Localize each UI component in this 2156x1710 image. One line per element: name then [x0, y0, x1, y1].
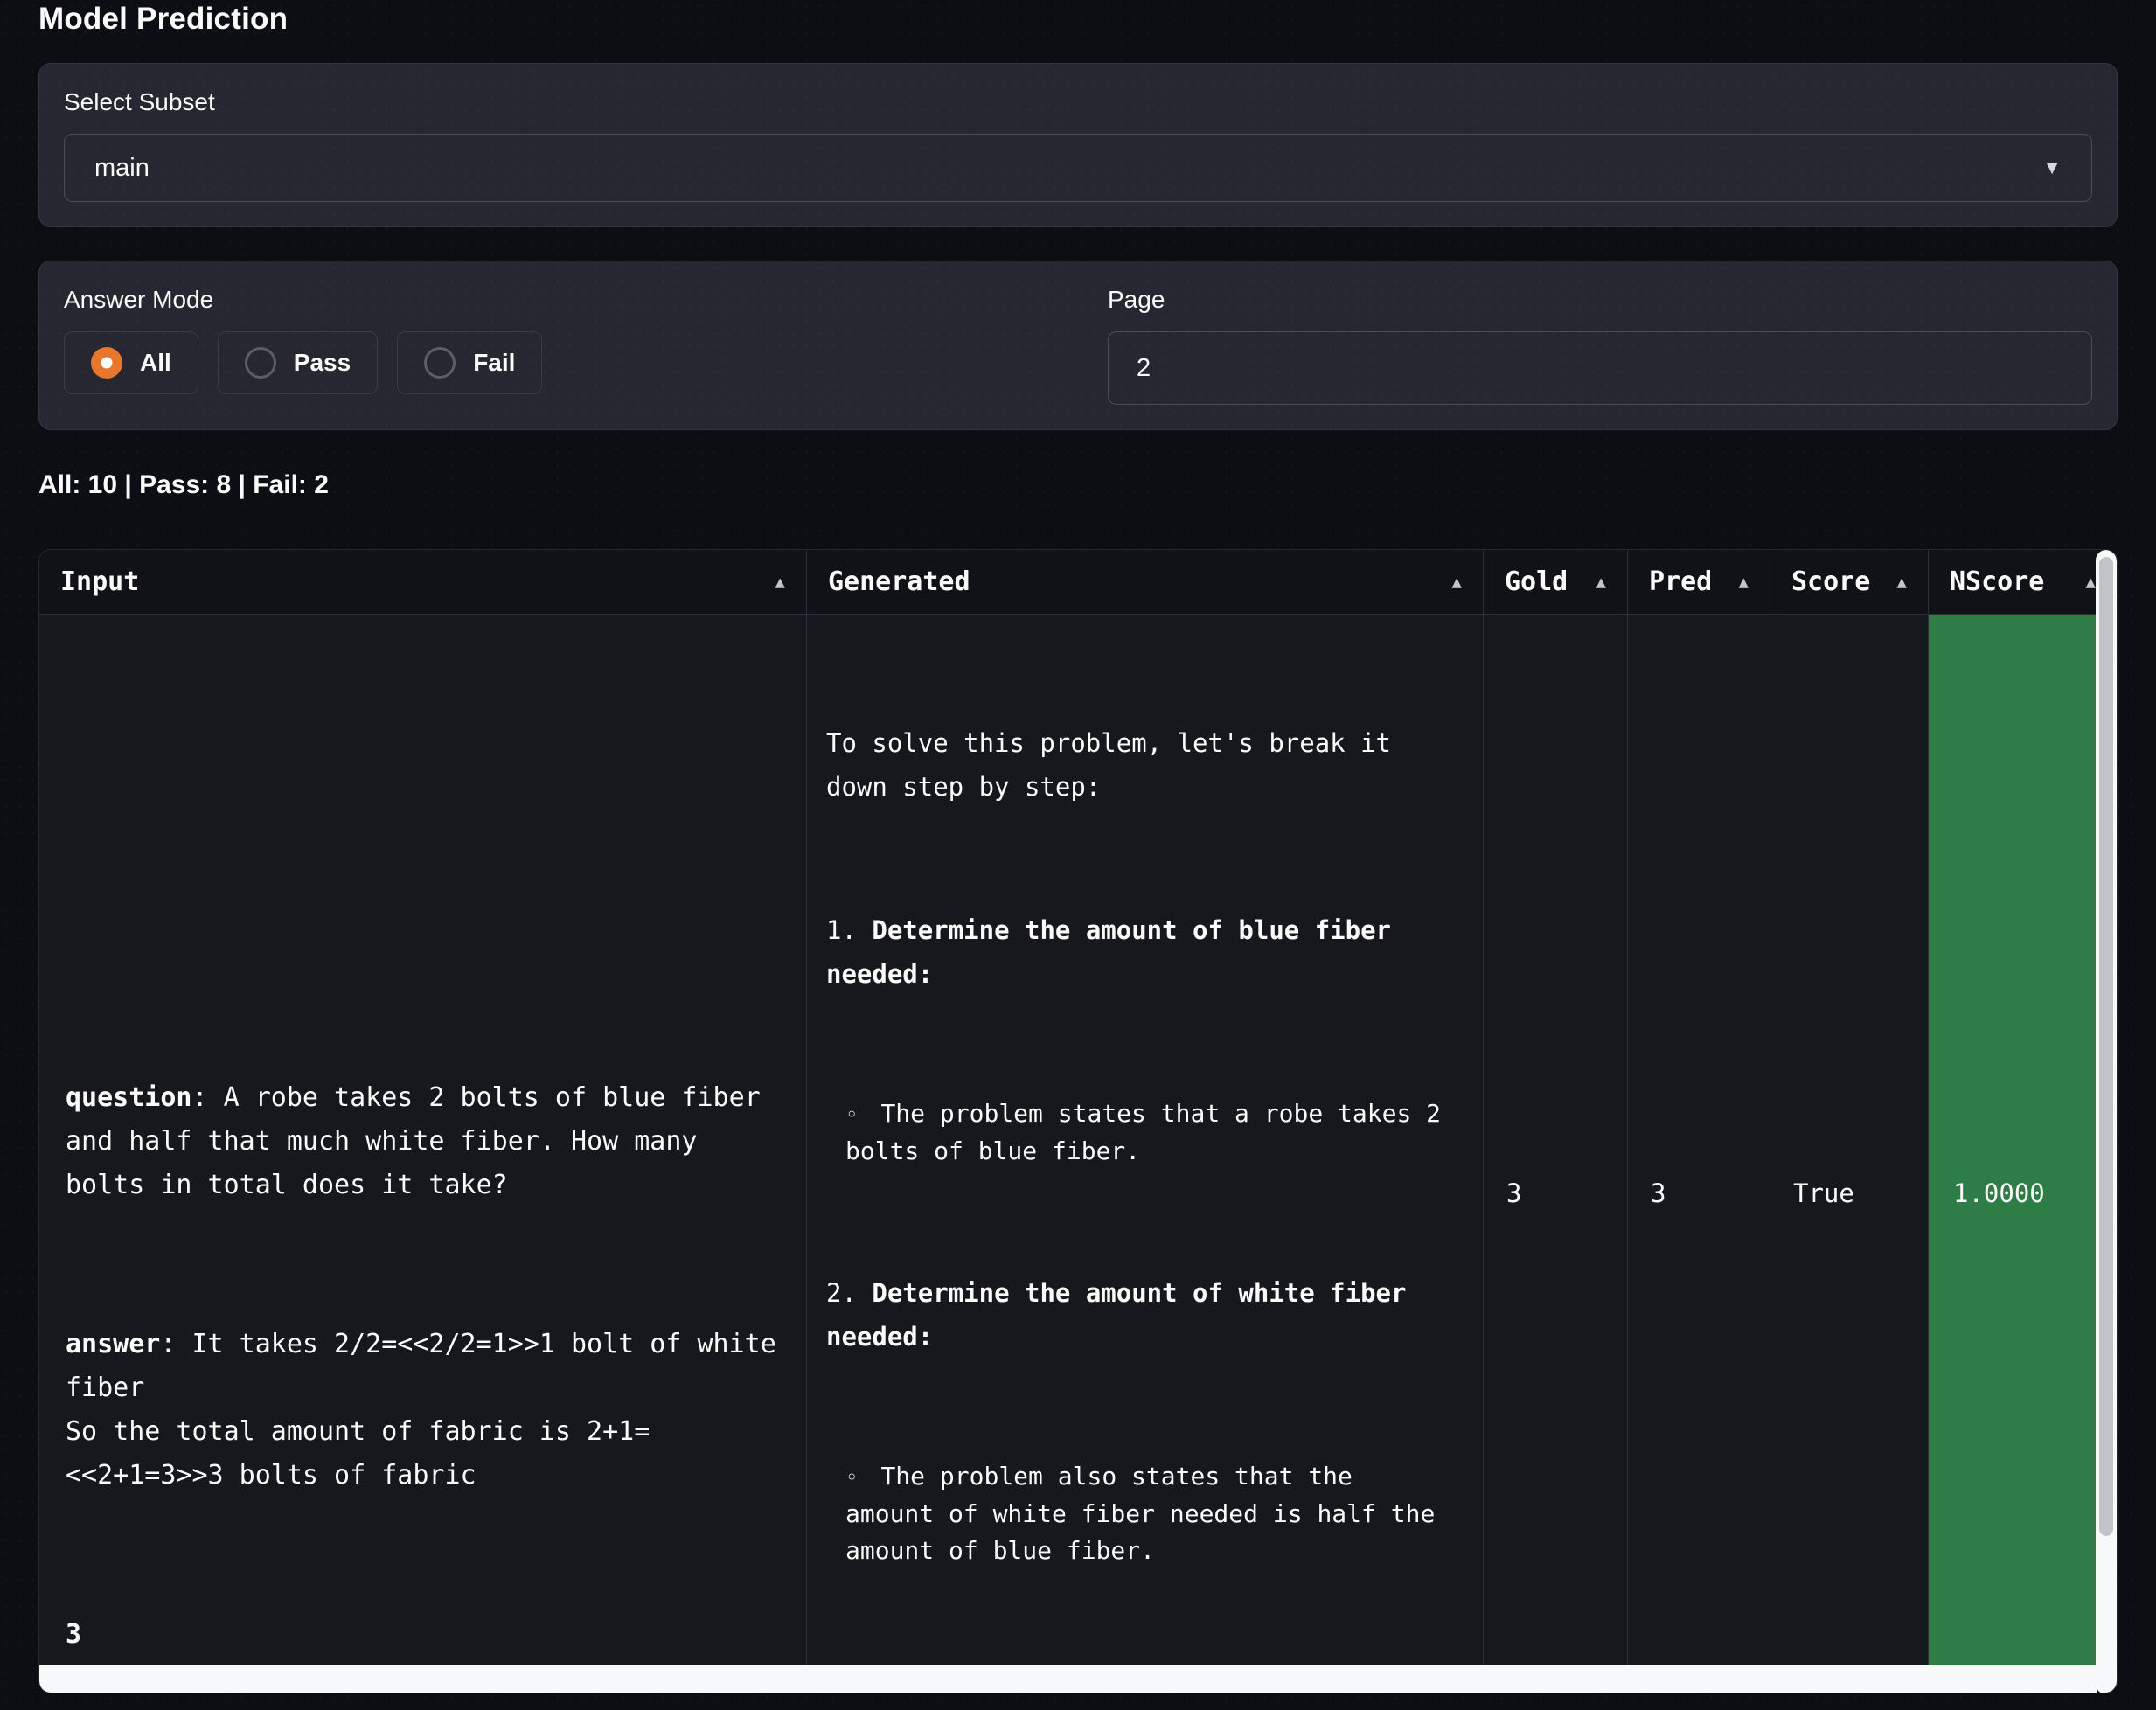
vertical-scrollbar[interactable] [2096, 550, 2117, 1693]
column-label: Score [1791, 567, 1870, 597]
radio-unselected-icon [424, 347, 456, 379]
bullet-icon: ◦ [845, 1465, 858, 1490]
answer-key: answer [66, 1329, 160, 1359]
vertical-scrollbar-thumb[interactable] [2099, 557, 2113, 1536]
page-input-value: 2 [1137, 354, 1151, 383]
horizontal-scrollbar[interactable] [39, 1665, 2097, 1693]
answer-mode-options: All Pass Fail [64, 331, 1108, 394]
results-summary: All: 10 | Pass: 8 | Fail: 2 [38, 470, 2118, 500]
column-header-generated[interactable]: Generated ▲ [807, 550, 1484, 614]
generated-step-2: 2. Determine the amount of white fiber n… [826, 1271, 1467, 1359]
generated-step-1: 1. Determine the amount of blue fiber ne… [826, 908, 1467, 996]
page-label: Page [1108, 286, 2092, 314]
radio-option-fail[interactable]: Fail [397, 331, 542, 394]
cell-score: True [1770, 615, 1929, 1666]
bullet-icon: ◦ [845, 1102, 858, 1127]
answer-mode-group: Answer Mode All Pass Fail [64, 286, 1108, 405]
cell-pred: 3 [1628, 615, 1770, 1666]
column-header-nscore[interactable]: NScore ▲ [1929, 550, 2117, 614]
radio-option-label: Pass [294, 349, 351, 377]
answer-text: : It takes 2/2=<<2/2=1>>1 bolt of white … [66, 1329, 776, 1491]
page-input[interactable]: 2 [1108, 331, 2092, 405]
sort-asc-icon: ▲ [1739, 573, 1749, 592]
radio-option-label: Fail [473, 349, 515, 377]
sort-asc-icon: ▲ [1897, 573, 1907, 592]
sort-asc-icon: ▲ [2086, 573, 2096, 592]
answer-mode-label: Answer Mode [64, 286, 1108, 314]
subset-select-value: main [94, 154, 150, 183]
controls-card: Answer Mode All Pass Fail Page 2 [38, 261, 2118, 430]
cell-generated: To solve this problem, let's break it do… [807, 615, 1484, 1666]
table-header-row: Input ▲ Generated ▲ Gold ▲ Pred ▲ Score … [39, 550, 2117, 615]
sort-asc-icon: ▲ [775, 573, 785, 592]
column-label: Generated [828, 567, 970, 597]
subset-card: Select Subset main ▼ [38, 63, 2118, 227]
column-label: NScore [1950, 567, 2044, 597]
generated-bullet: ◦The problem also states that the amount… [826, 1458, 1467, 1569]
final-answer: 3 [66, 1619, 81, 1650]
subset-select[interactable]: main ▼ [64, 134, 2092, 202]
main-content: Model Prediction Select Subset main ▼ An… [0, 0, 2156, 1693]
sort-asc-icon: ▲ [1596, 573, 1606, 592]
generated-intro: To solve this problem, let's break it do… [826, 721, 1467, 809]
cell-nscore: 1.0000 [1929, 615, 2117, 1666]
radio-selected-icon [91, 347, 122, 379]
column-label: Pred [1649, 567, 1712, 597]
radio-unselected-icon [245, 347, 276, 379]
question-key: question [66, 1082, 192, 1113]
radio-option-all[interactable]: All [64, 331, 198, 394]
subset-label: Select Subset [64, 88, 2092, 116]
radio-option-label: All [140, 349, 171, 377]
column-header-score[interactable]: Score ▲ [1770, 550, 1929, 614]
cell-gold: 3 [1484, 615, 1628, 1666]
column-header-gold[interactable]: Gold ▲ [1484, 550, 1628, 614]
chevron-down-icon: ▼ [2042, 156, 2062, 179]
prediction-table: Input ▲ Generated ▲ Gold ▲ Pred ▲ Score … [38, 549, 2118, 1693]
page-group: Page 2 [1108, 286, 2092, 405]
column-label: Input [60, 567, 139, 597]
sort-asc-icon: ▲ [1452, 573, 1462, 592]
page-title: Model Prediction [38, 0, 2118, 37]
column-label: Gold [1505, 567, 1568, 597]
column-header-input[interactable]: Input ▲ [39, 550, 807, 614]
radio-option-pass[interactable]: Pass [218, 331, 378, 394]
cell-input: question: A robe takes 2 bolts of blue f… [39, 615, 807, 1666]
table-row: question: A robe takes 2 bolts of blue f… [39, 615, 2117, 1666]
column-header-pred[interactable]: Pred ▲ [1628, 550, 1770, 614]
generated-bullet: ◦The problem states that a robe takes 2 … [826, 1095, 1467, 1170]
